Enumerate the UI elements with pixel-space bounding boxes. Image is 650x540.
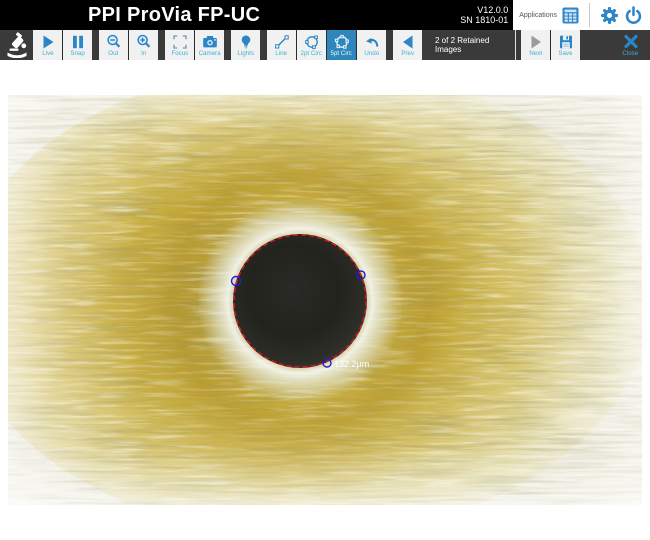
next-arrow-icon [528, 34, 544, 50]
next-save-group: Next Save [521, 30, 580, 60]
undo-button[interactable]: Undo [357, 30, 386, 60]
line-tool-button[interactable]: Line [267, 30, 296, 60]
circle-2pt-label: 2pt Circ [301, 50, 322, 57]
focus-camera-group: Focus Camera [165, 30, 224, 60]
prev-arrow-icon [400, 34, 416, 50]
capture-group: Live Snap [33, 30, 92, 60]
pause-icon [70, 34, 86, 50]
lights-group: Lights [231, 30, 260, 60]
undo-icon [364, 34, 380, 50]
serial-number: SN 1810-01 [460, 15, 508, 25]
snap-button[interactable]: Snap [63, 30, 92, 60]
zoom-out-button[interactable]: Out [99, 30, 128, 60]
measure-group: Line 2pt Circ 5pt Circ [267, 30, 386, 60]
camera-label: Camera [199, 50, 221, 57]
zoom-in-label: In [141, 50, 146, 57]
focus-button[interactable]: Focus [165, 30, 194, 60]
zoom-out-label: Out [109, 50, 119, 57]
zoom-in-button[interactable]: In [129, 30, 158, 60]
circle-5pt-icon [334, 34, 350, 50]
live-label: Live [42, 50, 53, 57]
prev-image-button[interactable]: Prev [393, 30, 422, 60]
version-info: V12.0.0 SN 1810-01 [460, 5, 513, 25]
focus-label: Focus [171, 50, 188, 57]
applications-label: Applications [519, 12, 557, 19]
toolbar-divider [515, 30, 516, 60]
power-icon [624, 6, 643, 25]
lights-button[interactable]: Lights [231, 30, 260, 60]
close-button[interactable]: Close [616, 30, 645, 60]
version-number: V12.0.0 [460, 5, 508, 15]
applications-button[interactable] [562, 7, 579, 24]
prev-group: Prev [393, 30, 422, 60]
prev-label: Prev [401, 50, 414, 57]
circle-2pt-button[interactable]: 2pt Circ [297, 30, 326, 60]
diameter-measurement-label: 132.2µm [334, 359, 369, 369]
toolbar: Live Snap Out In [0, 30, 650, 60]
circle-5pt-label: 5pt Circ [331, 50, 352, 57]
header-right-panel: Applications [513, 0, 650, 30]
undo-label: Undo [364, 50, 379, 57]
line-tool-label: Line [276, 50, 288, 57]
apps-grid-icon [562, 7, 579, 24]
microscope-icon [4, 32, 30, 58]
app-title: PPI ProVia FP-UC [88, 4, 260, 27]
specimen-image[interactable]: 132.2µm [8, 95, 642, 505]
header-divider [589, 3, 590, 27]
save-button[interactable]: Save [551, 30, 580, 60]
save-disk-icon [558, 34, 574, 50]
camera-button[interactable]: Camera [195, 30, 224, 60]
save-label: Save [558, 50, 572, 57]
power-button[interactable] [624, 6, 643, 25]
zoom-in-icon [136, 34, 152, 50]
next-label: Next [529, 50, 542, 57]
focus-brackets-icon [172, 34, 188, 50]
lights-label: Lights [237, 50, 253, 57]
next-image-button[interactable]: Next [521, 30, 550, 60]
zoom-group: Out In [99, 30, 158, 60]
live-button[interactable]: Live [33, 30, 62, 60]
retained-images-status: 2 of 2 Retained Images [429, 30, 515, 60]
zoom-out-icon [106, 34, 122, 50]
circle-2pt-icon [304, 34, 320, 50]
gear-icon [600, 6, 619, 25]
circle-5pt-button[interactable]: 5pt Circ [327, 30, 356, 60]
snap-label: Snap [70, 50, 84, 57]
play-icon [40, 34, 56, 50]
close-label: Close [623, 50, 639, 57]
close-x-icon [622, 34, 640, 50]
line-tool-icon [274, 34, 290, 50]
viewer-area: 132.2µm [0, 60, 650, 540]
title-bar: PPI ProVia FP-UC V12.0.0 SN 1810-01 Appl… [0, 0, 650, 30]
settings-button[interactable] [600, 6, 619, 25]
light-bulb-icon [238, 34, 254, 50]
camera-icon [202, 34, 218, 50]
microscope-logo [0, 30, 33, 60]
